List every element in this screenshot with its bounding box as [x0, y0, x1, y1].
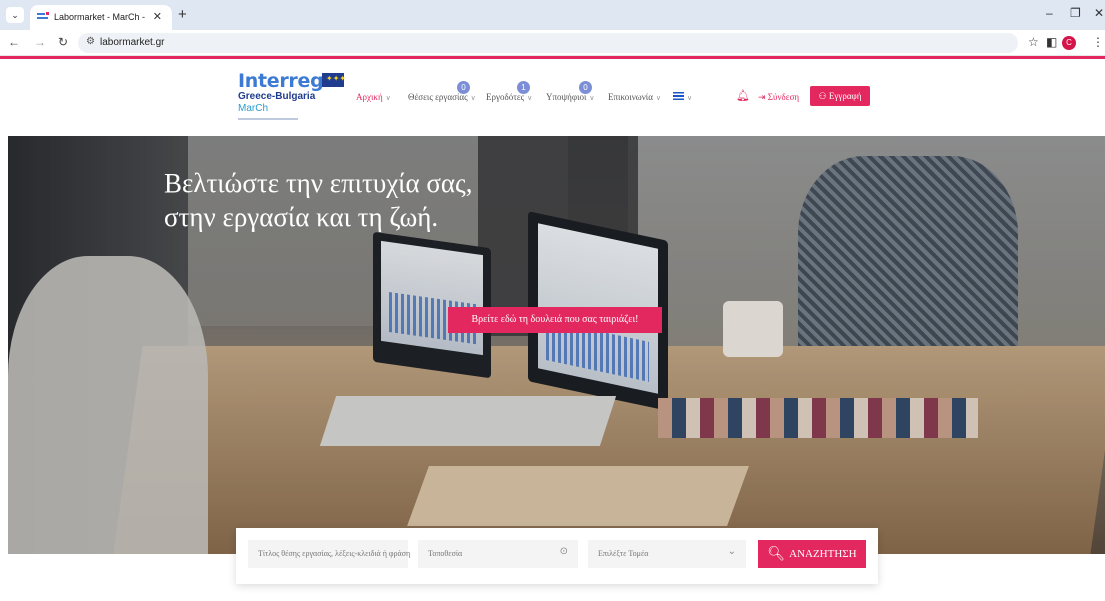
keyword-input[interactable]: Τίτλος θέσης εργασίας, λέξεις-κλειδιά ή … — [248, 540, 410, 568]
bell-icon[interactable]: 🔔︎ — [736, 89, 750, 102]
greek-flag-icon[interactable] — [673, 92, 684, 100]
job-search-form: Τίτλος θέσης εργασίας, λέξεις-κλειδιά ή … — [236, 528, 878, 584]
nav-item-contact[interactable]: Επικοινωνία ∨ — [608, 92, 661, 102]
chevron-down-icon: ∨ — [589, 94, 595, 102]
chevron-down-icon: ∨ — [527, 94, 533, 102]
chevron-down-icon: ∨ — [470, 94, 476, 102]
address-bar: ← → ↻ ⚙ labormarket.gr ☆ ◧ C ⋮ — [0, 30, 1105, 56]
browser-menu-icon[interactable]: ⋮ — [1092, 35, 1104, 49]
site-info-icon[interactable]: ⚙ — [86, 36, 95, 47]
profile-avatar[interactable]: C — [1062, 36, 1076, 50]
hero-headline: Βελτιώστε την επιτυχία σας, στην εργασία… — [164, 168, 473, 232]
logo-program: Greece-Bulgaria — [238, 91, 316, 102]
forward-icon[interactable]: → — [34, 35, 46, 49]
sector-select[interactable]: Επιλέξτε Τομέα ⌄ — [588, 540, 746, 568]
new-tab-icon[interactable]: + — [178, 6, 187, 23]
chevron-down-icon: ∨ — [385, 94, 391, 102]
chevron-down-icon: ⌄ — [727, 546, 736, 557]
reload-icon[interactable]: ↻ — [58, 35, 68, 49]
favicon-icon — [37, 12, 49, 19]
locate-icon[interactable]: ⊙ — [560, 546, 568, 557]
browser-tab[interactable]: Labormarket - MarCh - Market ✕ — [30, 5, 172, 30]
nav-item-jobs[interactable]: Θέσεις εργασίας ∨ — [408, 92, 476, 102]
nav-item-employers[interactable]: Εργοδότες ∨ — [486, 92, 532, 102]
accent-divider — [0, 56, 1105, 59]
restore-icon[interactable]: ❐ — [1070, 6, 1081, 20]
logo-fund-line — [238, 118, 298, 120]
search-icon: 🔍︎ — [767, 547, 786, 562]
browser-tab-bar: ⌄ Labormarket - MarCh - Market ✕ + – ❐ ✕ — [0, 0, 1105, 30]
side-panel-icon[interactable]: ◧ — [1046, 35, 1057, 49]
bookmark-star-icon[interactable]: ☆ — [1028, 35, 1039, 49]
nav-item-candidates[interactable]: Υποψήφιοι ∨ — [546, 92, 595, 102]
search-button[interactable]: 🔍︎ ΑΝΑΖΗΤΗΣΗ — [758, 540, 866, 568]
login-icon: ⇥ — [758, 92, 768, 102]
back-icon[interactable]: ← — [8, 35, 20, 49]
chevron-down-icon: ∨ — [655, 94, 662, 102]
minimize-icon[interactable]: – — [1046, 6, 1053, 20]
logo-wordmark: Interreg — [238, 70, 324, 92]
nav-item-home[interactable]: Αρχική ∨ — [356, 92, 391, 102]
logo-project: MarCh — [238, 103, 269, 114]
user-add-icon: ⚇ — [818, 91, 829, 101]
find-job-button[interactable]: Βρείτε εδώ τη δουλειά που σας ταιριάζει! — [448, 307, 662, 333]
tab-search-icon[interactable]: ⌄ — [6, 7, 24, 23]
tab-close-icon[interactable]: ✕ — [153, 10, 162, 23]
eu-flag-icon: ✦✦✦ — [322, 73, 346, 87]
login-link[interactable]: ⇥ Σύνδεση — [758, 92, 799, 103]
url-field[interactable]: ⚙ labormarket.gr — [78, 33, 1018, 53]
url-text: labormarket.gr — [100, 37, 165, 48]
register-button[interactable]: ⚇ Εγγραφή — [810, 86, 870, 106]
language-chevron-icon[interactable]: ∨ — [687, 92, 692, 102]
window-close-icon[interactable]: ✕ — [1094, 6, 1104, 20]
site-logo[interactable]: Interreg ✦✦✦ Greece-Bulgaria MarCh — [238, 70, 358, 126]
location-input[interactable]: Τοποθεσία ⊙ — [418, 540, 578, 568]
tab-title: Labormarket - MarCh - Market — [54, 12, 146, 22]
